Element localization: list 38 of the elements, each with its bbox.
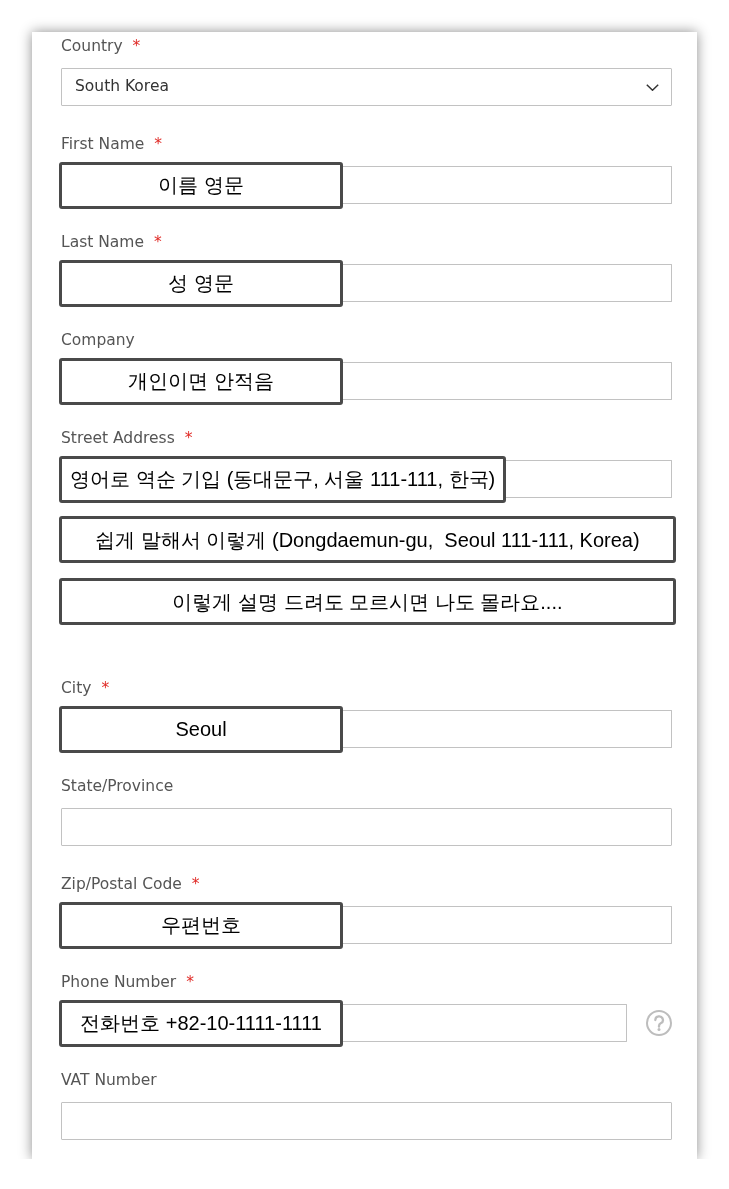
required-asterisk: * bbox=[184, 428, 193, 448]
input-field[interactable] bbox=[343, 710, 672, 748]
input-field[interactable] bbox=[61, 1102, 672, 1140]
input-field[interactable] bbox=[506, 460, 672, 498]
annotation-callout: 영어로 역순 기입 (동대문구, 서울 111-111, 한국) bbox=[59, 455, 507, 503]
help-icon[interactable] bbox=[646, 1010, 672, 1036]
field-label: Zip/Postal Code bbox=[61, 874, 182, 894]
country-select[interactable]: South Korea bbox=[61, 68, 672, 106]
field-label: Last Name bbox=[61, 232, 144, 252]
input-field[interactable] bbox=[343, 906, 672, 944]
input-field[interactable] bbox=[343, 1004, 627, 1042]
field-label: Phone Number bbox=[61, 972, 177, 992]
required-asterisk: * bbox=[154, 134, 163, 154]
annotation-callout: 이름 영문 bbox=[59, 161, 344, 209]
annotation-callout: 쉽게 말해서 이렇게 (Dongdaemun-gu, Seoul 111-111, Korea) bbox=[59, 516, 676, 563]
field-label: Company bbox=[61, 330, 135, 350]
chevron-down-icon bbox=[646, 83, 659, 91]
required-asterisk: * bbox=[153, 232, 162, 252]
required-asterisk: * bbox=[186, 972, 194, 992]
required-asterisk: * bbox=[101, 678, 110, 698]
input-field[interactable] bbox=[61, 808, 672, 846]
field-label: VAT Number bbox=[61, 1070, 157, 1090]
input-field[interactable] bbox=[343, 166, 672, 204]
required-asterisk: * bbox=[132, 36, 141, 56]
annotation-callout: 개인이면 안적음 bbox=[59, 357, 344, 405]
required-asterisk: * bbox=[191, 874, 200, 894]
field-label: State/Province bbox=[61, 776, 174, 796]
input-field[interactable] bbox=[343, 362, 672, 400]
input-field[interactable] bbox=[343, 264, 672, 302]
annotation-callout: Seoul bbox=[59, 705, 344, 753]
annotation-callout: 우편번호 bbox=[59, 901, 344, 949]
field-label: Country bbox=[61, 36, 123, 56]
annotation-callout: 성 영문 bbox=[59, 259, 344, 307]
annotation-callout: 전화번호 +82-10-1111-1111 bbox=[59, 999, 344, 1047]
annotation-callout: 이렇게 설명 드려도 모르시면 나도 몰라요.... bbox=[59, 578, 676, 625]
field-label: First Name bbox=[61, 134, 145, 154]
field-label: Street Address bbox=[61, 428, 175, 448]
field-label: City bbox=[61, 678, 92, 698]
